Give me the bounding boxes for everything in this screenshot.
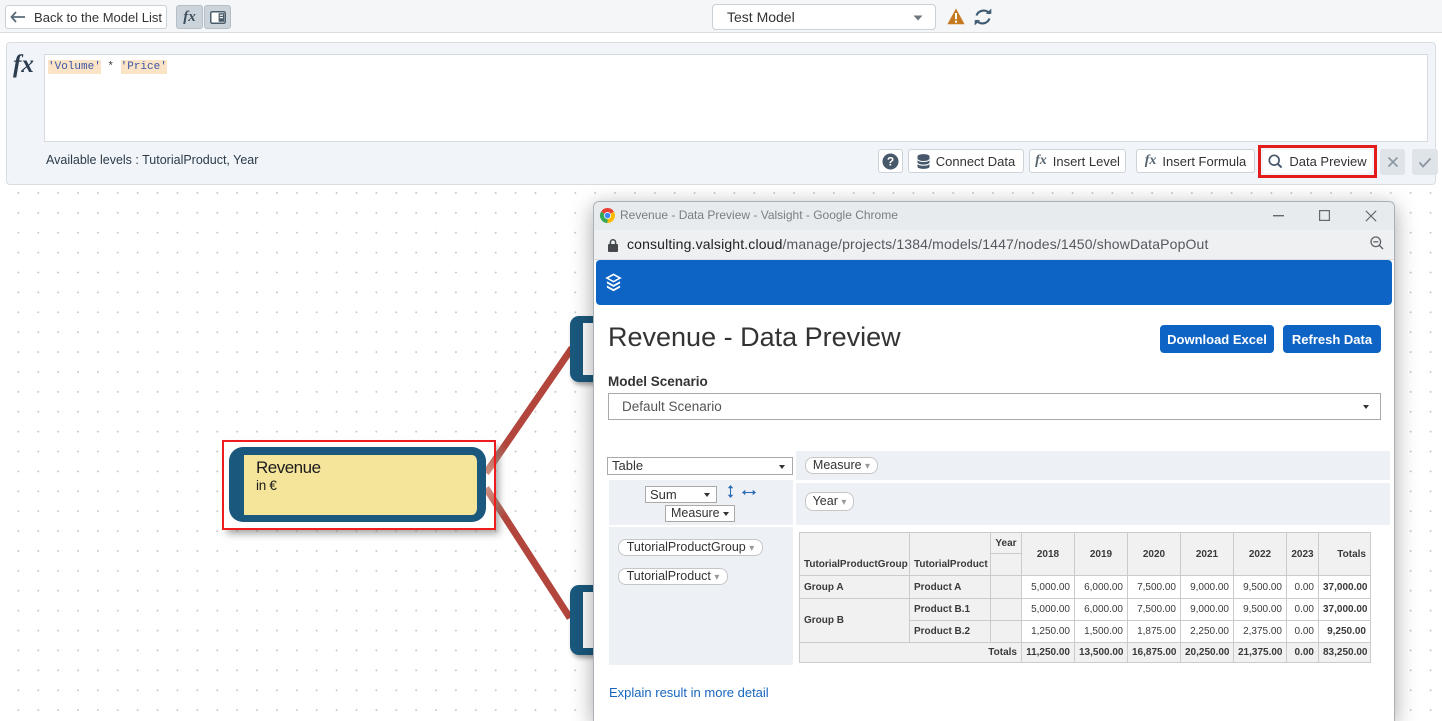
- svg-text:?: ?: [887, 154, 894, 168]
